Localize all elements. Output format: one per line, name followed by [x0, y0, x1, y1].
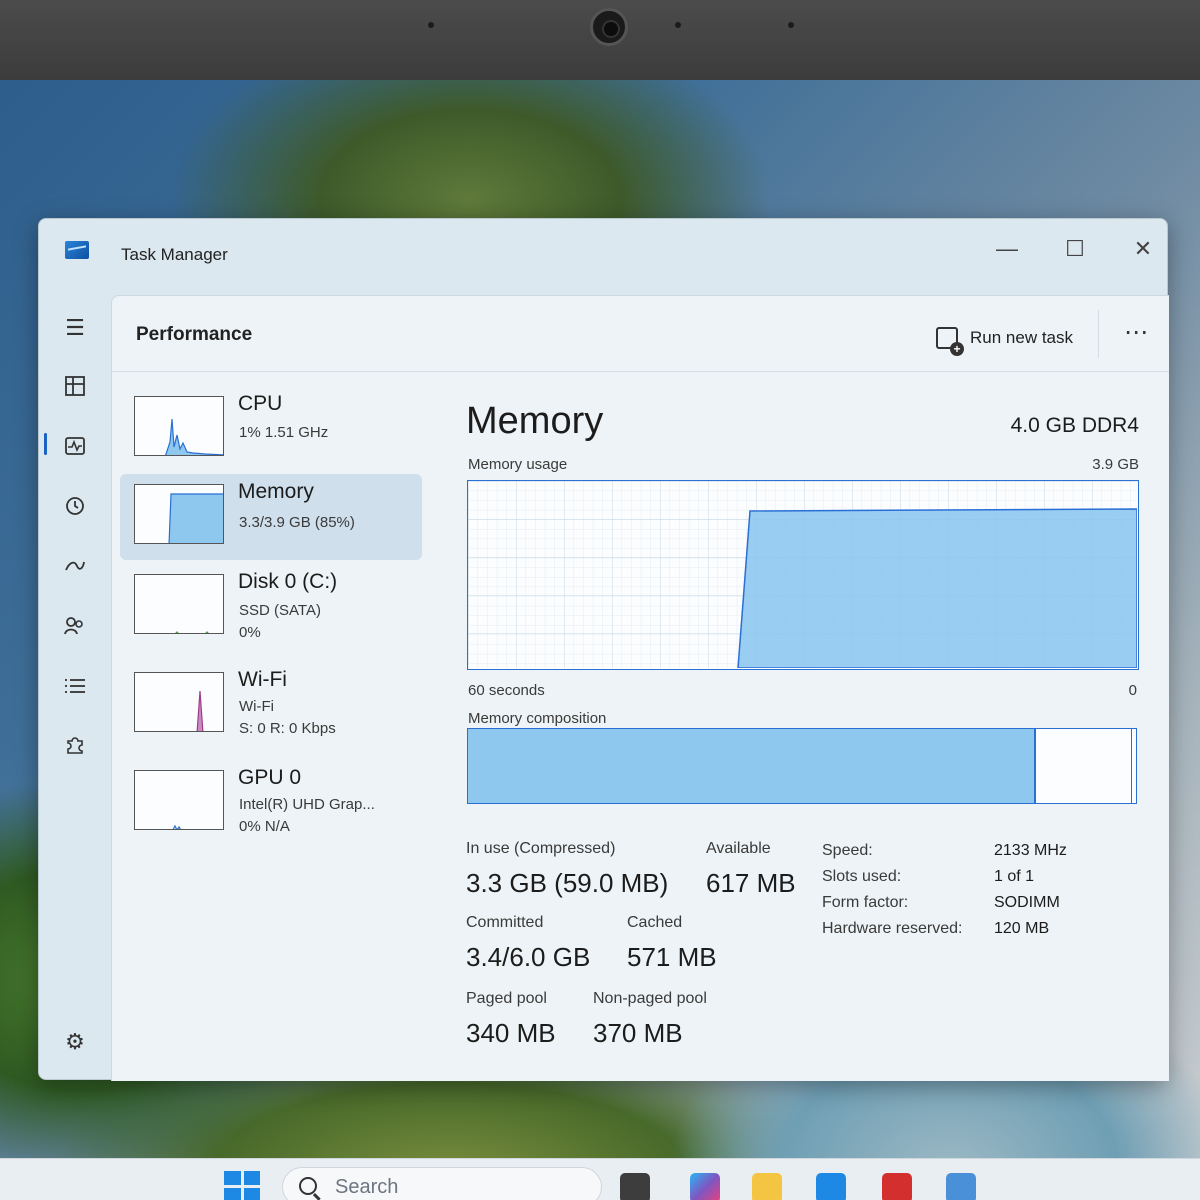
nav-selection-indicator [44, 433, 47, 455]
zero-axis-label: 0 [1128, 682, 1137, 699]
device-disk[interactable]: Disk 0 (C:) SSD (SATA) 0% [120, 564, 422, 650]
run-new-task-icon [936, 327, 964, 356]
task-manager-app-icon [65, 241, 89, 259]
task-manager-window: Task Manager — ☐ ✕ ☰ ⚙ Performance Run n… [38, 218, 1169, 1081]
memory-usage-max: 3.9 GB [1092, 456, 1139, 473]
run-new-task-button[interactable]: Run new task [936, 322, 1073, 356]
panel-header: Performance Run new task ⋯ [112, 296, 1169, 372]
taskbar: Search [0, 1158, 1200, 1200]
startup-apps-icon[interactable] [57, 549, 93, 583]
memory-heading: Memory [466, 400, 604, 442]
users-icon[interactable] [57, 609, 93, 643]
hardware-reserved-label: Hardware reserved: [822, 920, 963, 937]
details-list-icon[interactable] [57, 669, 93, 703]
run-new-task-label: Run new task [970, 328, 1073, 347]
available-label: Available [706, 840, 771, 857]
in-use-segment [468, 729, 1036, 803]
standby-divider [1130, 729, 1132, 803]
start-button[interactable] [224, 1171, 260, 1200]
device-detail: 1% 1.51 GHz [239, 424, 329, 441]
maximize-button[interactable]: ☐ [1049, 231, 1101, 267]
device-name: GPU 0 [238, 766, 302, 789]
device-wifi[interactable]: Wi-Fi Wi-Fi S: 0 R: 0 Kbps [120, 662, 422, 748]
memory-usage-label: Memory usage [468, 456, 568, 473]
device-detail: 3.3/3.9 GB (85%) [239, 514, 355, 531]
wifi-thumbnail-graph [134, 672, 224, 732]
cached-label: Cached [627, 914, 683, 931]
memory-spec: 4.0 GB DDR4 [1010, 414, 1139, 437]
in-use-label: In use (Compressed) [466, 840, 616, 857]
cpu-thumbnail-graph [134, 396, 224, 456]
cached-value: 571 MB [627, 942, 717, 972]
committed-value: 3.4/6.0 GB [466, 942, 591, 972]
device-name: Disk 0 (C:) [238, 570, 338, 593]
task-manager-taskbar-icon[interactable] [946, 1173, 976, 1200]
memory-composition-label: Memory composition [468, 710, 607, 727]
device-detail: SSD (SATA) [239, 602, 321, 619]
nonpaged-pool-value: 370 MB [593, 1018, 683, 1048]
page-title: Performance [136, 324, 253, 345]
device-detail-2: S: 0 R: 0 Kbps [239, 720, 336, 737]
bezel-sensor [788, 22, 794, 28]
available-value: 617 MB [706, 868, 796, 898]
search-placeholder: Search [335, 1176, 399, 1198]
copilot-icon[interactable] [690, 1173, 720, 1200]
slots-used-label: Slots used: [822, 868, 902, 885]
minimize-button[interactable]: — [981, 231, 1033, 267]
device-memory[interactable]: Memory 3.3/3.9 GB (85%) [120, 474, 422, 560]
memory-usage-graph [467, 480, 1139, 670]
device-gpu[interactable]: GPU 0 Intel(R) UHD Grap... 0% N/A [120, 760, 422, 846]
laptop-bezel [0, 0, 1200, 80]
disk-thumbnail-graph [134, 574, 224, 634]
taskbar-search[interactable]: Search [282, 1167, 602, 1200]
file-explorer-icon[interactable] [752, 1173, 782, 1200]
nonpaged-pool-label: Non-paged pool [593, 990, 707, 1007]
hamburger-menu-icon[interactable]: ☰ [57, 311, 93, 345]
services-icon[interactable] [57, 727, 93, 761]
device-detail: Wi-Fi [239, 698, 274, 715]
store-icon[interactable] [816, 1173, 846, 1200]
device-name: CPU [238, 392, 283, 415]
app-history-icon[interactable] [57, 489, 93, 523]
time-axis-label: 60 seconds [468, 682, 545, 699]
settings-gear-icon[interactable]: ⚙ [57, 1025, 93, 1059]
close-button[interactable]: ✕ [1117, 231, 1169, 267]
paged-pool-value: 340 MB [466, 1018, 556, 1048]
processes-icon[interactable] [57, 369, 93, 403]
speed-value: 2133 MHz [994, 842, 1067, 859]
form-factor-value: SODIMM [994, 894, 1060, 911]
more-options-icon[interactable]: ⋯ [1124, 318, 1150, 347]
slots-used-value: 1 of 1 [994, 868, 1035, 885]
webcam [590, 8, 628, 46]
bezel-sensor [428, 22, 434, 28]
bezel-sensor [675, 22, 681, 28]
device-detail-2: 0% N/A [239, 818, 290, 835]
performance-icon[interactable] [57, 429, 93, 463]
form-factor-label: Form factor: [822, 894, 909, 911]
title-bar[interactable]: Task Manager — ☐ ✕ [39, 219, 1167, 291]
device-name: Memory [238, 480, 314, 503]
app-icon-red[interactable] [882, 1173, 912, 1200]
device-detail-2: 0% [239, 624, 261, 641]
committed-label: Committed [466, 914, 544, 931]
header-divider [1098, 310, 1099, 358]
memory-composition-bar [467, 728, 1137, 804]
gpu-thumbnail-graph [134, 770, 224, 830]
speed-label: Speed: [822, 842, 873, 859]
performance-panel: Performance Run new task ⋯ CPU 1% 1.51 G… [111, 295, 1169, 1081]
search-icon [299, 1177, 317, 1195]
in-use-value: 3.3 GB (59.0 MB) [466, 868, 669, 898]
device-cpu[interactable]: CPU 1% 1.51 GHz [120, 386, 422, 472]
device-detail: Intel(R) UHD Grap... [239, 796, 375, 813]
device-name: Wi-Fi [238, 668, 287, 691]
window-title: Task Manager [121, 245, 228, 264]
hardware-reserved-value: 120 MB [994, 920, 1050, 937]
paged-pool-label: Paged pool [466, 990, 547, 1007]
task-view-icon[interactable] [620, 1173, 650, 1200]
memory-thumbnail-graph [134, 484, 224, 544]
